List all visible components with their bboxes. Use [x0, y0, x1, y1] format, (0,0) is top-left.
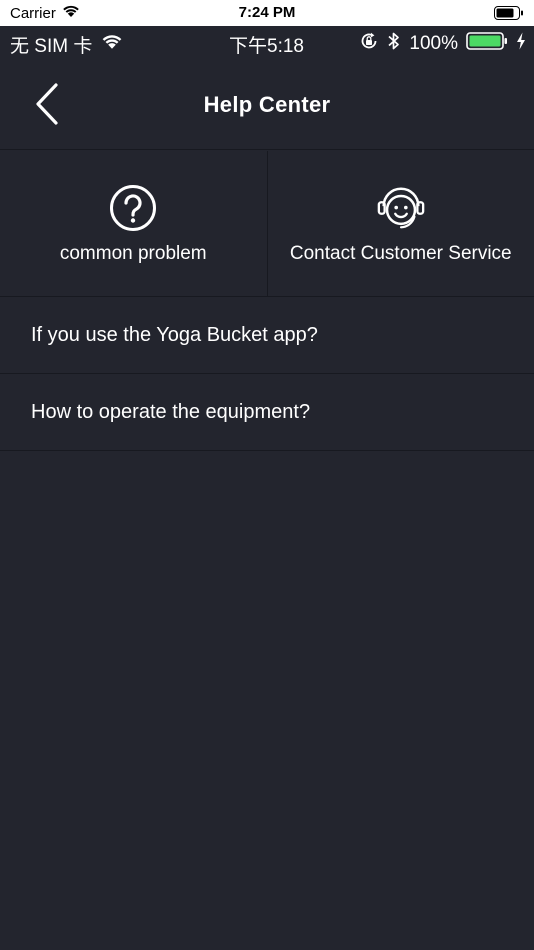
battery-icon	[466, 31, 508, 57]
simulator-status-bar: Carrier 7:24 PM	[0, 0, 534, 26]
status-icons: 100%	[359, 31, 526, 57]
wifi-icon	[100, 33, 124, 56]
sim-label: 无 SIM 卡	[10, 36, 93, 57]
app-time: 下午5:18	[229, 36, 304, 57]
list-item[interactable]: How to operate the equipment?	[0, 374, 534, 451]
faq-question: If you use the Yoga Bucket app?	[31, 323, 318, 346]
rotation-lock-icon	[359, 31, 379, 57]
bluetooth-icon	[387, 31, 401, 57]
faq-question: How to operate the equipment?	[31, 400, 311, 423]
contact-customer-service-button[interactable]: Contact Customer Service	[266, 151, 534, 296]
faq-list: If you use the Yoga Bucket app? How to o…	[0, 297, 534, 451]
question-circle-icon	[107, 185, 159, 231]
battery-icon	[494, 6, 524, 24]
list-item[interactable]: If you use the Yoga Bucket app?	[0, 297, 534, 374]
app-status-bar: 无 SIM 卡 下午5:18 100%	[0, 26, 534, 60]
battery-percent: 100%	[409, 33, 458, 54]
navigation-bar: Help Center	[0, 60, 534, 150]
common-problem-label: common problem	[59, 243, 207, 264]
help-options: common problem Contact Customer Service	[0, 151, 534, 297]
page-title: Help Center	[203, 92, 331, 117]
sim-group: 无 SIM 卡	[10, 31, 124, 58]
common-problem-button[interactable]: common problem	[0, 151, 267, 296]
contact-customer-service-label: Contact Customer Service	[289, 243, 512, 264]
simulator-time: 7:24 PM	[238, 4, 296, 21]
headset-icon	[375, 185, 427, 231]
charging-bolt-icon	[516, 32, 526, 56]
